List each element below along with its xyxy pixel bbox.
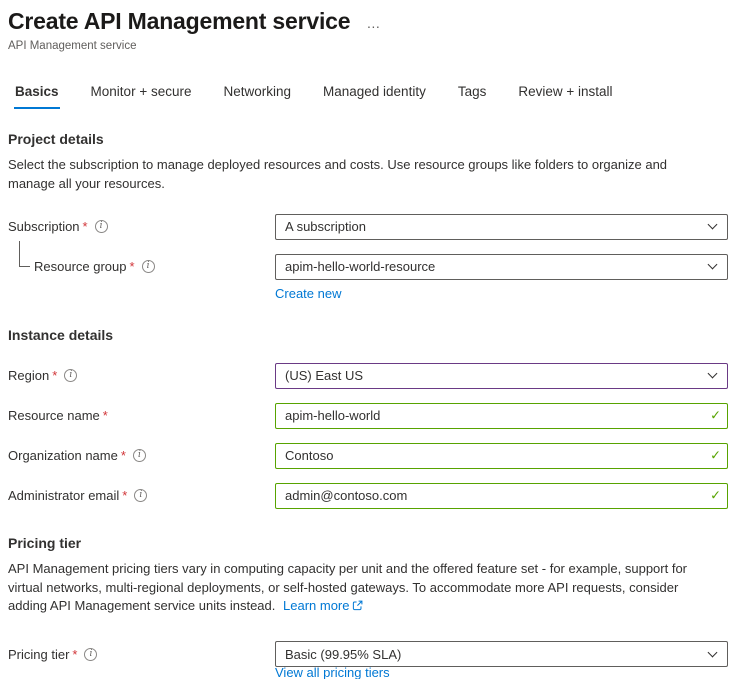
resource-name-row: Resource name * ✓ <box>8 403 730 429</box>
tab-networking[interactable]: Networking <box>222 80 292 109</box>
organization-name-label: Organization name <box>8 448 118 463</box>
project-details-form: Subscription * i A subscription Resource… <box>8 214 730 301</box>
required-marker: * <box>130 259 135 274</box>
required-marker: * <box>103 408 108 423</box>
administrator-email-row: Administrator email * i ✓ <box>8 483 730 509</box>
valid-check-icon: ✓ <box>710 488 721 503</box>
create-apim-page: Create API Management service … API Mana… <box>0 0 740 679</box>
learn-more-link[interactable]: Learn more <box>283 598 349 613</box>
tab-monitor-secure[interactable]: Monitor + secure <box>90 80 193 109</box>
required-marker: * <box>121 448 126 463</box>
page-header: Create API Management service … <box>8 8 730 35</box>
project-details-heading: Project details <box>8 131 730 147</box>
subscription-label: Subscription <box>8 219 80 234</box>
subscription-value: A subscription <box>285 219 366 234</box>
view-all-pricing-tiers-link[interactable]: View all pricing tiers <box>275 665 390 679</box>
resource-group-value: apim-hello-world-resource <box>285 259 435 274</box>
tab-managed-identity[interactable]: Managed identity <box>322 80 427 109</box>
info-icon[interactable]: i <box>134 489 147 502</box>
region-label: Region <box>8 368 49 383</box>
region-value: (US) East US <box>285 368 363 383</box>
region-dropdown[interactable]: (US) East US <box>275 363 728 389</box>
required-marker: * <box>122 488 127 503</box>
instance-details-heading: Instance details <box>8 327 730 343</box>
project-details-description: Select the subscription to manage deploy… <box>8 156 714 194</box>
info-icon[interactable]: i <box>142 260 155 273</box>
chevron-down-icon <box>708 647 718 657</box>
info-icon[interactable]: i <box>133 449 146 462</box>
organization-name-input[interactable] <box>275 443 728 469</box>
tab-basics[interactable]: Basics <box>14 80 60 109</box>
subscription-row: Subscription * i A subscription <box>8 214 730 240</box>
info-icon[interactable]: i <box>84 648 97 661</box>
resource-group-label: Resource group <box>34 259 127 274</box>
create-new-link[interactable]: Create new <box>275 286 341 301</box>
page-subtitle: API Management service <box>8 40 730 52</box>
pricing-tier-dropdown[interactable]: Basic (99.95% SLA) <box>275 641 728 667</box>
chevron-down-icon <box>708 260 718 270</box>
region-row: Region * i (US) East US <box>8 363 730 389</box>
valid-check-icon: ✓ <box>710 408 721 423</box>
tab-tags[interactable]: Tags <box>457 80 488 109</box>
pricing-tier-value: Basic (99.95% SLA) <box>285 647 401 662</box>
chevron-down-icon <box>708 220 718 230</box>
administrator-email-input[interactable] <box>275 483 728 509</box>
subscription-dropdown[interactable]: A subscription <box>275 214 728 240</box>
info-icon[interactable]: i <box>95 220 108 233</box>
pricing-description: API Management pricing tiers vary in com… <box>8 560 714 618</box>
resource-group-tree-connector <box>19 241 30 267</box>
create-new-row: Create new <box>8 286 730 301</box>
resource-name-label: Resource name <box>8 408 100 423</box>
pricing-tier-heading: Pricing tier <box>8 535 730 551</box>
tab-review-install[interactable]: Review + install <box>517 80 613 109</box>
organization-name-row: Organization name * i ✓ <box>8 443 730 469</box>
info-icon[interactable]: i <box>64 369 77 382</box>
resource-name-input[interactable] <box>275 403 728 429</box>
required-marker: * <box>83 219 88 234</box>
required-marker: * <box>52 368 57 383</box>
view-all-pricing-row: View all pricing tiers <box>8 665 730 679</box>
instance-details-form: Region * i (US) East US Resource name * … <box>8 363 730 509</box>
wizard-tabs: Basics Monitor + secure Networking Manag… <box>8 80 730 109</box>
resource-group-dropdown[interactable]: apim-hello-world-resource <box>275 254 728 280</box>
required-marker: * <box>72 647 77 662</box>
more-options-button[interactable]: … <box>366 15 381 31</box>
pricing-tier-label: Pricing tier <box>8 647 69 662</box>
chevron-down-icon <box>708 369 718 379</box>
resource-group-row: Resource group * i apim-hello-world-reso… <box>8 254 730 280</box>
administrator-email-label: Administrator email <box>8 488 119 503</box>
external-link-icon <box>352 599 363 614</box>
pricing-tier-row: Pricing tier * i Basic (99.95% SLA) <box>8 641 730 667</box>
page-title: Create API Management service <box>8 8 350 35</box>
valid-check-icon: ✓ <box>710 448 721 463</box>
